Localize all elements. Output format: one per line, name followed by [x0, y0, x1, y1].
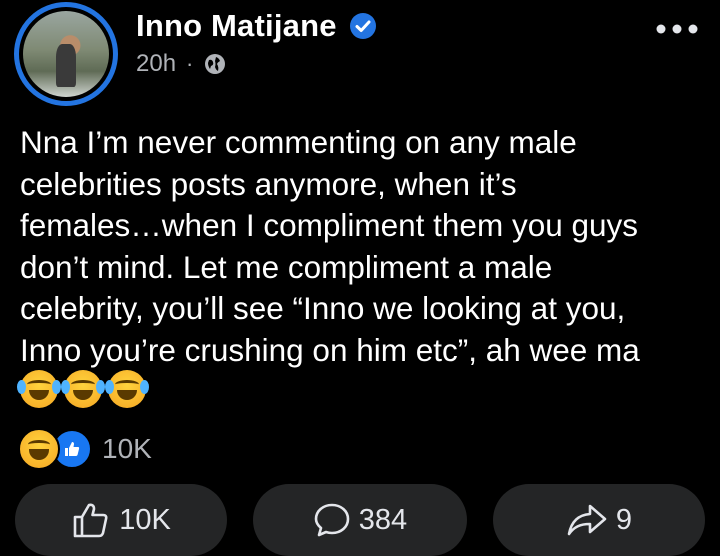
action-bar: 10K 384 9 — [0, 484, 720, 556]
post-time[interactable]: 20h — [136, 50, 176, 78]
like-count: 10K — [119, 503, 171, 536]
globe-icon — [205, 54, 226, 74]
more-options-icon[interactable] — [652, 14, 702, 44]
thumbs-up-icon — [73, 503, 108, 538]
reaction-count[interactable]: 10K — [102, 433, 152, 465]
verified-badge-icon — [349, 13, 376, 39]
share-button[interactable]: 9 — [493, 484, 705, 556]
haha-icon — [18, 428, 60, 470]
comment-count: 384 — [358, 503, 408, 536]
comment-icon — [314, 503, 350, 537]
share-arrow-icon — [567, 504, 607, 536]
meta-separator: · — [186, 51, 194, 76]
author-name[interactable]: Inno Matijane — [136, 8, 337, 44]
reactions-summary[interactable]: 10K — [18, 428, 152, 470]
avatar[interactable] — [23, 11, 109, 97]
story-ring[interactable] — [14, 2, 118, 106]
face-with-tears-of-joy-icon — [17, 370, 61, 408]
face-with-tears-of-joy-icon — [105, 370, 149, 408]
author-header: Inno Matijane — [136, 8, 377, 44]
like-button[interactable]: 10K — [15, 484, 227, 556]
face-with-tears-of-joy-icon — [61, 370, 105, 408]
share-count: 9 — [615, 503, 633, 536]
comment-button[interactable]: 384 — [253, 484, 467, 556]
post-text: Nna I’m never commenting on any male cel… — [20, 124, 640, 368]
post-emojis — [17, 370, 149, 408]
post-meta: 20h · — [136, 50, 227, 78]
